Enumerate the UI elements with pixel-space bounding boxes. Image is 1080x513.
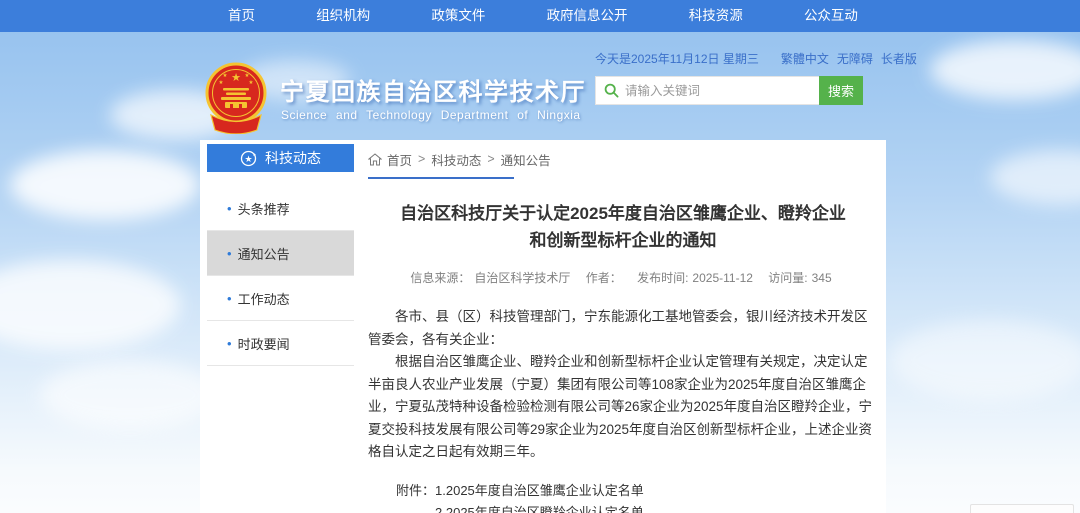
nav-item-policy-documents[interactable]: 政策文件 [421,0,495,32]
svg-text:★: ★ [231,72,241,84]
sidebar-item-headline-recommend[interactable]: • 头条推荐 [207,186,354,231]
accessibility-link[interactable]: 无障碍 [837,50,873,67]
bullet-icon: • [227,246,232,261]
traditional-chinese-link[interactable]: 繁體中文 [781,50,829,67]
article-body: 各市、县（区）科技管理部门，宁东能源化工基地管委会，银川经济技术开发区管委会，各… [368,306,878,464]
article-meta: 信息来源： 自治区科学技术厅 作者： 发布时间: 2025-11-12 访问量: 34… [368,269,878,286]
breadcrumb-sci-tech-news[interactable]: 科技动态 [431,150,481,169]
search-bar: 搜索 [595,76,863,105]
meta-source: 自治区科学技术厅 [474,271,570,285]
header-utility-row: 今天是2025年11月12日 星期三 繁體中文 无障碍 长者版 [595,50,875,67]
article-title-line1: 自治区科技厅关于认定2025年度自治区雏鹰企业、瞪羚企业 [368,200,878,227]
current-date: 今天是2025年11月12日 星期三 [595,50,759,67]
attachments-label: 附件： [396,480,435,513]
meta-publish-label: 发布时间: [637,271,688,285]
breadcrumb-notices[interactable]: 通知公告 [501,150,551,169]
national-emblem-logo[interactable]: ★ ★ ★ ★ ★ [201,60,271,134]
article-paragraph: 根据自治区雏鹰企业、瞪羚企业和创新型标杆企业认定管理有关规定，决定认定半亩良人农… [368,351,878,464]
main-article-area: 首页 > 科技动态 > 通知公告 自治区科技厅关于认定2025年度自治区雏鹰企业… [360,140,886,513]
nav-item-home[interactable]: 首页 [218,0,265,32]
top-navigation-bar: 首页 组织机构 政策文件 政府信息公开 科技资源 公众互动 [0,0,1080,32]
svg-text:★: ★ [249,80,254,86]
site-header: ★ ★ ★ ★ ★ 宁夏回族自治区科学技术厅 Science and Techn… [0,32,1080,140]
nav-item-gov-info-disclosure[interactable]: 政府信息公开 [537,0,638,32]
bullet-icon: • [227,201,232,216]
sidebar-item-current-politics[interactable]: • 时政要闻 [207,321,354,366]
search-button[interactable]: 搜索 [819,76,863,105]
cloud-decor [0,260,180,350]
attachment-link-1[interactable]: 1.2025年度自治区雏鹰企业认定名单 [435,480,683,502]
elderly-version-link[interactable]: 长者版 [881,50,917,67]
site-subtitle-english: Science and Technology Department of Nin… [281,108,581,122]
bullet-icon: • [227,336,232,351]
svg-text:★: ★ [223,73,228,79]
breadcrumb-home[interactable]: 首页 [387,150,412,169]
national-emblem-icon: ★ ★ ★ ★ ★ [201,60,271,134]
cloud-decor [40,360,220,430]
sidebar: ★ 科技动态 • 头条推荐 • 通知公告 • 工作动态 • 时政要闻 [207,144,354,366]
meta-visits-label: 访问量: [768,271,807,285]
article-title-line2: 和创新型标杆企业的通知 [368,227,878,254]
breadcrumb: 首页 > 科技动态 > 通知公告 [368,150,878,168]
nav-item-public-interaction[interactable]: 公众互动 [794,0,868,32]
content-container: ★ 科技动态 • 头条推荐 • 通知公告 • 工作动态 • 时政要闻 [200,140,886,513]
article-title: 自治区科技厅关于认定2025年度自治区雏鹰企业、瞪羚企业 和创新型标杆企业的通知 [368,200,878,254]
article-paragraph: 各市、县（区）科技管理部门，宁东能源化工基地管委会，银川经济技术开发区管委会，各… [368,306,878,351]
search-input[interactable] [625,84,811,98]
meta-visits: 345 [812,271,832,285]
svg-text:★: ★ [244,154,252,164]
search-icon [604,83,619,98]
floating-widget-partial[interactable] [970,504,1074,513]
bullet-icon: • [227,291,232,306]
svg-text:★: ★ [219,80,224,86]
attachment-link-2[interactable]: 2.2025年度自治区瞪羚企业认定名单 [435,502,683,513]
cloud-decor [890,320,1080,400]
sidebar-item-notices-active[interactable]: • 通知公告 [207,231,354,276]
site-title: 宁夏回族自治区科学技术厅 [280,72,586,107]
meta-author-label: 作者： [586,271,622,285]
nav-item-organization[interactable]: 组织机构 [306,0,380,32]
svg-text:★: ★ [245,73,250,79]
meta-publish-date: 2025-11-12 [692,271,753,285]
star-circle-icon: ★ [240,150,257,167]
home-icon [368,153,382,166]
cloud-decor [990,150,1080,205]
cloud-decor [10,150,200,220]
sidebar-header-sci-tech-news[interactable]: ★ 科技动态 [207,144,354,172]
nav-item-sci-tech-resources[interactable]: 科技资源 [679,0,753,32]
sidebar-title: 科技动态 [265,148,321,168]
breadcrumb-underline [368,177,514,179]
attachments-section: 附件： 1.2025年度自治区雏鹰企业认定名单 2.2025年度自治区瞪羚企业认… [368,480,878,513]
sidebar-item-work-updates[interactable]: • 工作动态 [207,276,354,321]
meta-source-label: 信息来源： [410,271,470,285]
